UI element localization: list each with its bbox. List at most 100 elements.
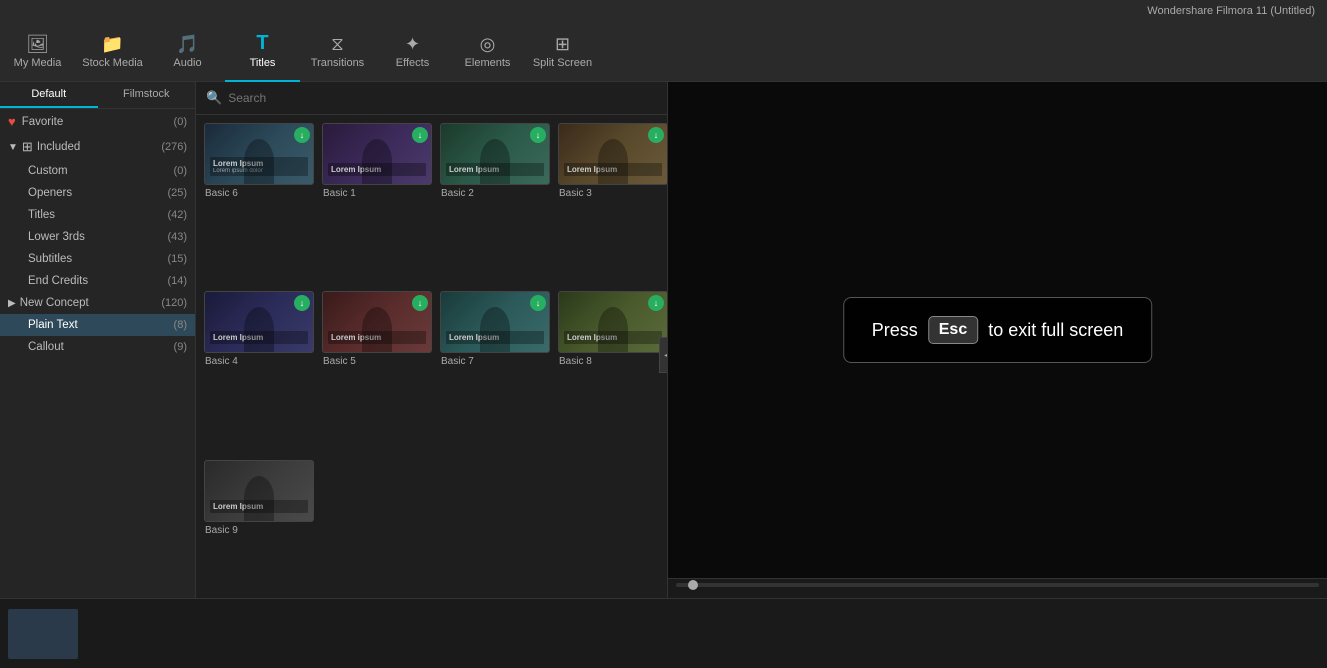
heart-icon: ♥ — [8, 114, 16, 129]
end-credits-count: (14) — [167, 275, 187, 287]
sidebar-item-callout[interactable]: Callout (9) — [0, 336, 195, 358]
content-wrapper: 🔍 ↓ Lorem Ipsum Lorem ipsum dolor Basic … — [196, 82, 1327, 628]
exit-text: to exit full screen — [988, 320, 1123, 341]
tab-audio[interactable]: 🎵 Audio — [150, 22, 225, 82]
thumb-label-basic8: Basic 8 — [558, 356, 667, 367]
titles-label: Titles — [28, 209, 167, 221]
filter-tab-default[interactable]: Default — [0, 82, 98, 108]
download-badge: ↓ — [648, 295, 664, 311]
stock-media-icon: 📁 — [101, 35, 123, 53]
progress-track[interactable] — [676, 583, 1319, 587]
tab-effects-label: Effects — [396, 57, 429, 69]
thumbnail-basic4[interactable]: ↓ Lorem Ipsum Basic 4 — [204, 291, 314, 451]
sidebar-item-end-credits[interactable]: End Credits (14) — [0, 270, 195, 292]
filmstrip-area — [0, 598, 1327, 668]
end-credits-label: End Credits — [28, 275, 167, 287]
thumb-label-basic2: Basic 2 — [440, 188, 550, 199]
sidebar-item-custom[interactable]: Custom (0) — [0, 160, 195, 182]
titles-count: (42) — [167, 209, 187, 221]
thumb-img-basic3: ↓ Lorem Ipsum — [558, 123, 667, 185]
download-badge: ↓ — [294, 127, 310, 143]
sidebar-group-new-concept[interactable]: ▶ New Concept (120) — [0, 292, 195, 314]
openers-label: Openers — [28, 187, 167, 199]
collapse-panel-button[interactable]: ◀ — [659, 337, 667, 373]
right-panel: Press Esc to exit full screen ⏮ ⏪ ▶ ⏹ — [667, 82, 1327, 628]
openers-count: (25) — [167, 187, 187, 199]
included-count: (276) — [161, 141, 187, 153]
sidebar-item-favorite[interactable]: ♥ Favorite (0) — [0, 109, 195, 134]
titles-icon: T — [256, 33, 268, 53]
tab-my-media[interactable]: 🖼 My Media — [0, 22, 75, 82]
bottom-toolbar: ↩ ↪ 🗑 ✂ ☰ ⊞ 🔗 — [0, 628, 1327, 668]
tab-elements[interactable]: ◎ Elements — [450, 22, 525, 82]
sidebar: Default Filmstock ♥ Favorite (0) ▼ ⊞ Inc… — [0, 82, 196, 628]
tab-stock-media-label: Stock Media — [82, 57, 143, 69]
tab-audio-label: Audio — [173, 57, 201, 69]
split-screen-icon: ⊞ — [555, 35, 570, 53]
press-text: Press — [872, 320, 918, 341]
search-input[interactable] — [228, 91, 657, 105]
tab-stock-media[interactable]: 📁 Stock Media — [75, 22, 150, 82]
thumbnail-basic8[interactable]: ↓ Lorem Ipsum Basic 8 — [558, 291, 667, 451]
thumbnail-basic5[interactable]: ↓ Lorem ipsum Basic 5 — [322, 291, 432, 451]
tab-split-screen-label: Split Screen — [533, 57, 592, 69]
tab-titles[interactable]: T Titles — [225, 22, 300, 82]
tab-split-screen[interactable]: ⊞ Split Screen — [525, 22, 600, 82]
preview-area: Press Esc to exit full screen — [668, 82, 1327, 578]
thumb-label-basic5: Basic 5 — [322, 356, 432, 367]
custom-label: Custom — [28, 165, 174, 177]
tab-transitions[interactable]: ⧖ Transitions — [300, 22, 375, 82]
download-badge: ↓ — [648, 127, 664, 143]
included-label: Included — [37, 141, 162, 153]
audio-icon: 🎵 — [176, 35, 198, 53]
thumbnail-basic6[interactable]: ↓ Lorem Ipsum Lorem ipsum dolor Basic 6 — [204, 123, 314, 283]
subtitles-label: Subtitles — [28, 253, 167, 265]
custom-count: (0) — [174, 165, 187, 177]
thumbnail-basic1[interactable]: ↓ Lorem Ipsum Basic 1 — [322, 123, 432, 283]
tab-effects[interactable]: ✦ Effects — [375, 22, 450, 82]
filmstrip-thumb — [8, 609, 78, 659]
effects-icon: ✦ — [405, 35, 420, 53]
thumbnail-basic3[interactable]: ↓ Lorem Ipsum Basic 3 — [558, 123, 667, 283]
app-title: Wondershare Filmora 11 (Untitled) — [1147, 5, 1315, 17]
plain-text-label: Plain Text — [28, 319, 174, 331]
esc-overlay: Press Esc to exit full screen — [843, 297, 1153, 363]
sidebar-item-plain-text[interactable]: Plain Text (8) — [0, 314, 195, 336]
thumb-img-basic7: ↓ Lorem Ipsum — [440, 291, 550, 353]
subtitles-count: (15) — [167, 253, 187, 265]
thumbnails-grid: ↓ Lorem Ipsum Lorem ipsum dolor Basic 6 … — [196, 115, 667, 628]
tab-titles-label: Titles — [250, 57, 276, 69]
thumbnail-basic9[interactable]: Lorem Ipsum Basic 9 — [204, 460, 314, 620]
esc-key: Esc — [928, 316, 978, 344]
thumb-img-basic6: ↓ Lorem Ipsum Lorem ipsum dolor — [204, 123, 314, 185]
lower3rds-label: Lower 3rds — [28, 231, 167, 243]
thumb-img-basic8: ↓ Lorem Ipsum — [558, 291, 667, 353]
sidebar-item-titles[interactable]: Titles (42) — [0, 204, 195, 226]
filter-tabs: Default Filmstock — [0, 82, 195, 109]
sidebar-item-subtitles[interactable]: Subtitles (15) — [0, 248, 195, 270]
included-icon: ⊞ — [22, 139, 33, 155]
download-badge: ↓ — [412, 295, 428, 311]
thumbnail-basic2[interactable]: ↓ Lorem Ipsum Basic 2 — [440, 123, 550, 283]
callout-count: (9) — [174, 341, 187, 353]
tab-my-media-label: My Media — [14, 57, 62, 69]
thumb-label-basic1: Basic 1 — [322, 188, 432, 199]
transitions-icon: ⧖ — [331, 35, 344, 53]
download-badge: ↓ — [294, 295, 310, 311]
sidebar-item-openers[interactable]: Openers (25) — [0, 182, 195, 204]
favorite-label: Favorite — [22, 116, 174, 128]
sidebar-group-included[interactable]: ▼ ⊞ Included (276) — [0, 134, 195, 160]
sidebar-item-lower3rds[interactable]: Lower 3rds (43) — [0, 226, 195, 248]
tab-elements-label: Elements — [465, 57, 511, 69]
thumb-label-basic9: Basic 9 — [204, 525, 314, 536]
plain-text-count: (8) — [174, 319, 187, 331]
callout-label: Callout — [28, 341, 174, 353]
thumb-img-basic2: ↓ Lorem Ipsum — [440, 123, 550, 185]
elements-icon: ◎ — [480, 35, 496, 53]
main-area: Default Filmstock ♥ Favorite (0) ▼ ⊞ Inc… — [0, 82, 1327, 628]
thumb-img-basic4: ↓ Lorem Ipsum — [204, 291, 314, 353]
search-icon: 🔍 — [206, 90, 222, 106]
filter-tab-filmstock[interactable]: Filmstock — [98, 82, 196, 108]
thumbnail-basic7[interactable]: ↓ Lorem Ipsum Basic 7 — [440, 291, 550, 451]
thumb-label-basic3: Basic 3 — [558, 188, 667, 199]
